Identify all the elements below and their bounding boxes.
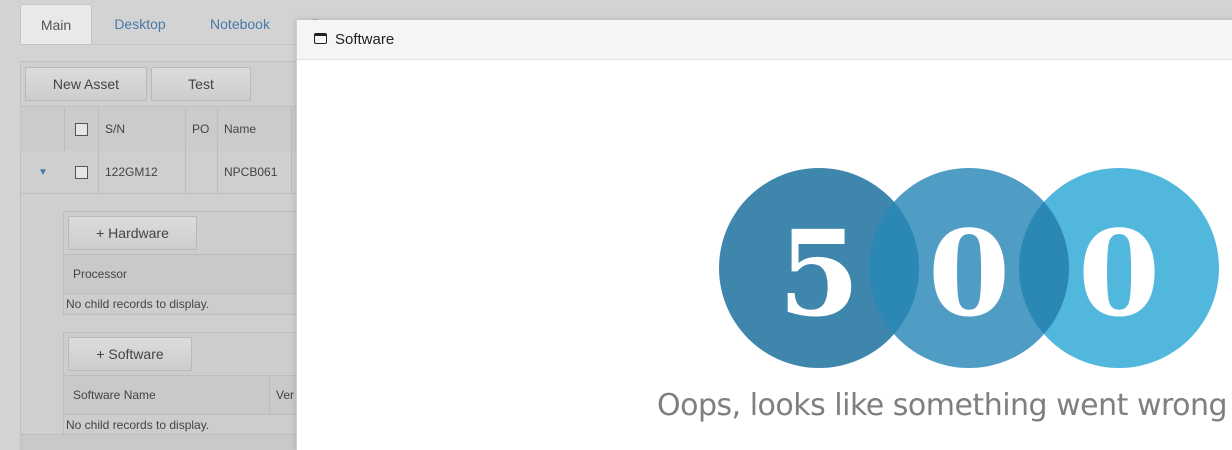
new-asset-button[interactable]: New Asset — [25, 67, 147, 101]
window-icon — [314, 33, 327, 44]
select-all-checkbox[interactable] — [75, 122, 88, 136]
hardware-empty-message: No child records to display. — [66, 297, 210, 311]
add-hardware-button[interactable]: + Hardware — [68, 216, 197, 250]
tab-notebook[interactable]: Notebook — [200, 4, 280, 44]
column-header-name[interactable]: Name — [218, 107, 292, 151]
row-select-cell — [65, 151, 99, 193]
error-message: Oops, looks like something went wrong — [657, 388, 1228, 423]
column-header-po[interactable]: PO — [186, 107, 218, 151]
software-modal: Software 5 0 0 Oops, looks like somethin… — [296, 20, 1232, 450]
tab-main[interactable]: Main — [20, 4, 92, 45]
error-digit-2: 0 — [928, 204, 1010, 343]
app-window: Main Desktop Notebook S New Asset Test S… — [0, 0, 1232, 450]
select-all-cell — [65, 107, 99, 151]
hardware-subgrid-header: Processor — [64, 254, 324, 294]
software-subgrid: + Software Software Name Ver No child re… — [63, 332, 325, 436]
cell-sn: 122GM12 — [99, 151, 186, 193]
software-empty-message: No child records to display. — [66, 418, 210, 432]
modal-titlebar[interactable]: Software — [297, 20, 1232, 60]
modal-title: Software — [335, 31, 395, 48]
column-header-processor[interactable]: Processor — [64, 255, 324, 293]
row-checkbox[interactable] — [75, 165, 88, 179]
column-header-software-name[interactable]: Software Name — [64, 376, 270, 414]
tab-desktop[interactable]: Desktop — [100, 4, 180, 44]
error-500-graphic: 5 0 0 — [719, 168, 1219, 368]
cell-name: NPCB061 — [218, 151, 292, 193]
expand-column-header — [21, 107, 65, 151]
error-digit-3: 0 — [1078, 204, 1160, 343]
row-expander[interactable]: ▼ — [21, 151, 65, 193]
error-digit-1: 5 — [778, 204, 860, 343]
software-subgrid-header: Software Name Ver — [64, 375, 324, 415]
cell-po — [186, 151, 218, 193]
column-header-sn[interactable]: S/N — [99, 107, 186, 151]
add-software-button[interactable]: + Software — [68, 337, 192, 371]
hardware-subgrid: + Hardware Processor No child records to… — [63, 211, 325, 315]
caret-down-icon[interactable]: ▼ — [38, 167, 48, 178]
test-button[interactable]: Test — [151, 67, 251, 101]
